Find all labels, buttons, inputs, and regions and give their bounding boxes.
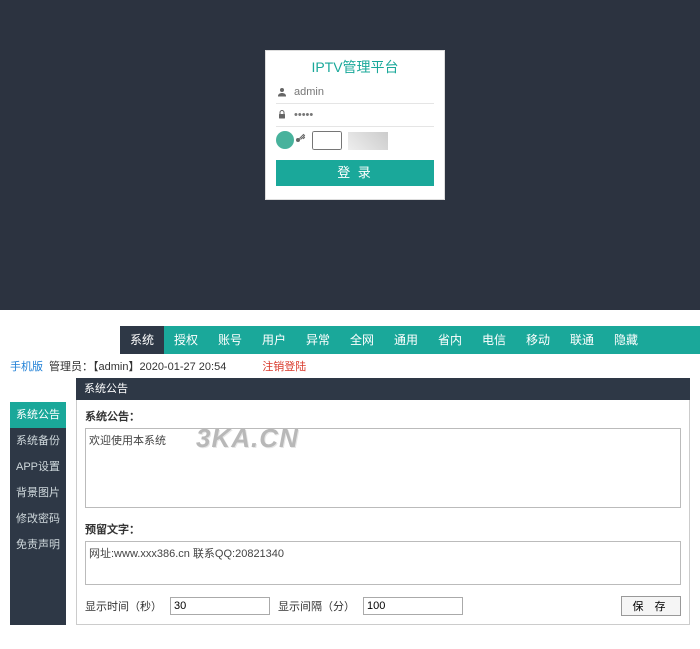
captcha-row: [266, 129, 444, 152]
reserve-textarea[interactable]: [85, 541, 681, 585]
nav-item-9[interactable]: 移动: [516, 326, 560, 354]
nav-item-0[interactable]: 系统: [120, 326, 164, 354]
login-button[interactable]: 登 录: [276, 160, 434, 186]
lock-icon: [276, 108, 288, 122]
mobile-link[interactable]: 手机版: [10, 358, 43, 374]
reserve-label: 预留文字：: [85, 521, 681, 537]
admin-info: 管理员：【admin】2020-01-27 20:54: [49, 358, 226, 374]
display-time-input[interactable]: [170, 597, 270, 615]
login-title: IPTV管理平台: [266, 51, 444, 83]
divider: [276, 103, 434, 104]
nav-item-2[interactable]: 账号: [208, 326, 252, 354]
nav-item-7[interactable]: 省内: [428, 326, 472, 354]
top-nav: 系统授权账号用户异常全网通用省内电信移动联通隐藏: [0, 326, 700, 354]
display-time-label: 显示时间（秒）: [85, 598, 162, 614]
panel-title: 系统公告: [76, 378, 690, 400]
display-gap-label: 显示间隔（分）: [278, 598, 355, 614]
notice-label: 系统公告：: [85, 408, 681, 424]
main-layout: 系统公告系统备份APP设置背景图片修改密码免责声明 3KA.CN 系统公告 系统…: [0, 378, 700, 635]
password-row: [266, 106, 444, 124]
nav-item-5[interactable]: 全网: [340, 326, 384, 354]
captcha-input[interactable]: [312, 131, 342, 150]
sidebar-item-5[interactable]: 免责声明: [10, 532, 66, 558]
username-row: [266, 83, 444, 101]
content-area: 3KA.CN 系统公告 系统公告： 预留文字： 显示时间（秒） 显示间隔（分） …: [76, 378, 690, 625]
logout-link[interactable]: 注销登陆: [262, 358, 306, 374]
key-icon: [294, 133, 306, 148]
sidebar-item-2[interactable]: APP设置: [10, 454, 66, 480]
nav-item-10[interactable]: 联通: [560, 326, 604, 354]
nav-spacer: [0, 326, 120, 354]
nav-item-6[interactable]: 通用: [384, 326, 428, 354]
section-gap: [0, 310, 700, 326]
notice-textarea[interactable]: [85, 428, 681, 508]
nav-item-1[interactable]: 授权: [164, 326, 208, 354]
panel-body: 系统公告： 预留文字： 显示时间（秒） 显示间隔（分） 保 存: [76, 400, 690, 625]
username-input[interactable]: [294, 86, 436, 98]
sidebar: 系统公告系统备份APP设置背景图片修改密码免责声明: [10, 402, 66, 625]
nav-item-3[interactable]: 用户: [252, 326, 296, 354]
settings-row: 显示时间（秒） 显示间隔（分） 保 存: [85, 588, 681, 616]
display-gap-input[interactable]: [363, 597, 463, 615]
header-info: 手机版 管理员：【admin】2020-01-27 20:54 注销登陆: [0, 354, 700, 378]
nav-item-11[interactable]: 隐藏: [604, 326, 648, 354]
nav-item-8[interactable]: 电信: [472, 326, 516, 354]
nav-item-4[interactable]: 异常: [296, 326, 340, 354]
sidebar-item-0[interactable]: 系统公告: [10, 402, 66, 428]
sidebar-item-4[interactable]: 修改密码: [10, 506, 66, 532]
captcha-image[interactable]: [348, 132, 388, 150]
login-backdrop: IPTV管理平台 登 录: [0, 0, 700, 310]
login-panel: IPTV管理平台 登 录: [265, 50, 445, 200]
save-button[interactable]: 保 存: [621, 596, 681, 616]
user-icon: [276, 85, 288, 99]
cursor-indicator: [276, 131, 294, 149]
sidebar-item-1[interactable]: 系统备份: [10, 428, 66, 454]
divider: [276, 126, 434, 127]
sidebar-item-3[interactable]: 背景图片: [10, 480, 66, 506]
password-input[interactable]: [294, 109, 436, 121]
